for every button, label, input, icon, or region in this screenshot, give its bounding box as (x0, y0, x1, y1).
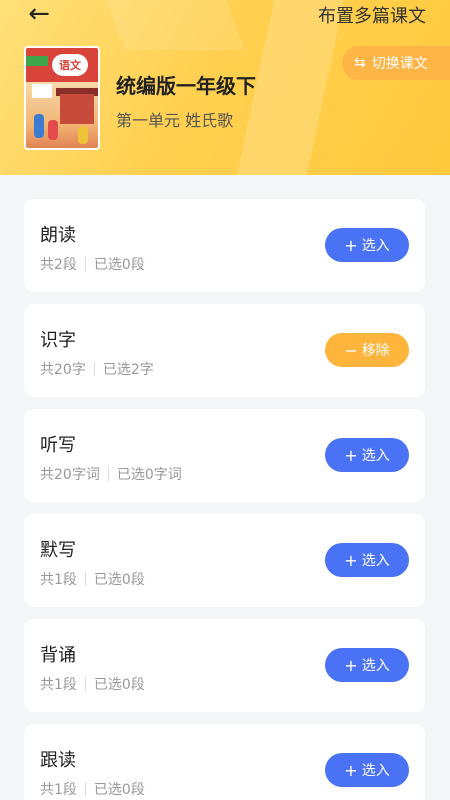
switch-lesson-button[interactable]: ⇆ 切换课文 (342, 46, 450, 80)
assign-multiple-lessons-button[interactable]: 布置多篇课文 (318, 2, 426, 28)
task-meta: 共1段 已选0段 (40, 569, 145, 589)
task-name: 跟读 (40, 750, 76, 771)
task-card-read-aloud: 朗读 共2段 已选0段 + 选入 (24, 199, 425, 292)
book-title: 统编版一年级下 (116, 74, 256, 98)
task-list: 朗读 共2段 已选0段 + 选入 识字 共20字 已选2字 − 移除 听写 共2… (24, 199, 425, 800)
book-cover-image: 语文 (24, 46, 100, 150)
add-button-label: 选入 (361, 238, 390, 254)
task-total: 共1段 (40, 677, 77, 693)
task-card-silent-writing: 默写 共1段 已选0段 + 选入 (24, 514, 425, 607)
divider (84, 572, 86, 586)
task-selected: 已选0字词 (116, 467, 182, 483)
task-name: 朗读 (40, 225, 76, 246)
task-meta: 共20字词 已选0字词 (40, 464, 182, 484)
task-name: 背诵 (40, 645, 76, 666)
task-total: 共1段 (40, 782, 77, 798)
plus-icon: + (344, 760, 358, 780)
task-selected: 已选0段 (93, 257, 145, 273)
task-card-literacy: 识字 共20字 已选2字 − 移除 (24, 304, 425, 397)
divider (93, 362, 95, 376)
task-total: 共1段 (40, 572, 77, 588)
swap-icon: ⇆ (354, 55, 366, 71)
add-button[interactable]: + 选入 (325, 438, 409, 472)
task-meta: 共2段 已选0段 (40, 254, 145, 274)
divider (84, 782, 86, 796)
arrow-left-icon: ← (28, 0, 50, 29)
task-name: 识字 (40, 330, 76, 351)
header: ← 布置多篇课文 语文 统编版一年级下 第一单元 姓氏歌 ⇆ 切换课文 (0, 0, 450, 175)
task-card-dictation: 听写 共20字词 已选0字词 + 选入 (24, 409, 425, 502)
minus-icon: − (344, 340, 358, 360)
task-meta: 共1段 已选0段 (40, 779, 145, 799)
divider (84, 677, 86, 691)
task-card-follow-reading: 跟读 共1段 已选0段 + 选入 (24, 724, 425, 800)
book-cover-logo: 语文 (52, 54, 88, 76)
remove-button-label: 移除 (361, 343, 390, 359)
add-button[interactable]: + 选入 (325, 753, 409, 787)
task-meta: 共1段 已选0段 (40, 674, 145, 694)
task-meta: 共20字 已选2字 (40, 359, 154, 379)
add-button[interactable]: + 选入 (325, 648, 409, 682)
plus-icon: + (344, 235, 358, 255)
add-button[interactable]: + 选入 (325, 228, 409, 262)
task-total: 共2段 (40, 257, 77, 273)
task-selected: 已选0段 (93, 677, 145, 693)
divider (84, 257, 86, 271)
task-card-recitation: 背诵 共1段 已选0段 + 选入 (24, 619, 425, 712)
divider (107, 467, 109, 481)
plus-icon: + (344, 655, 358, 675)
unit-subtitle: 第一单元 姓氏歌 (116, 111, 234, 130)
switch-lesson-label: 切换课文 (371, 56, 428, 72)
task-total: 共20字 (40, 362, 86, 378)
task-selected: 已选2字 (102, 362, 154, 378)
add-button[interactable]: + 选入 (325, 543, 409, 577)
task-selected: 已选0段 (93, 572, 145, 588)
plus-icon: + (344, 550, 358, 570)
task-selected: 已选0段 (93, 782, 145, 798)
add-button-label: 选入 (361, 448, 390, 464)
add-button-label: 选入 (361, 763, 390, 779)
back-button[interactable]: ← (22, 0, 56, 28)
plus-icon: + (344, 445, 358, 465)
task-name: 默写 (40, 540, 76, 561)
remove-button[interactable]: − 移除 (325, 333, 409, 367)
task-name: 听写 (40, 435, 76, 456)
task-total: 共20字词 (40, 467, 100, 483)
add-button-label: 选入 (361, 553, 390, 569)
add-button-label: 选入 (361, 658, 390, 674)
header-decoration (95, 0, 245, 50)
